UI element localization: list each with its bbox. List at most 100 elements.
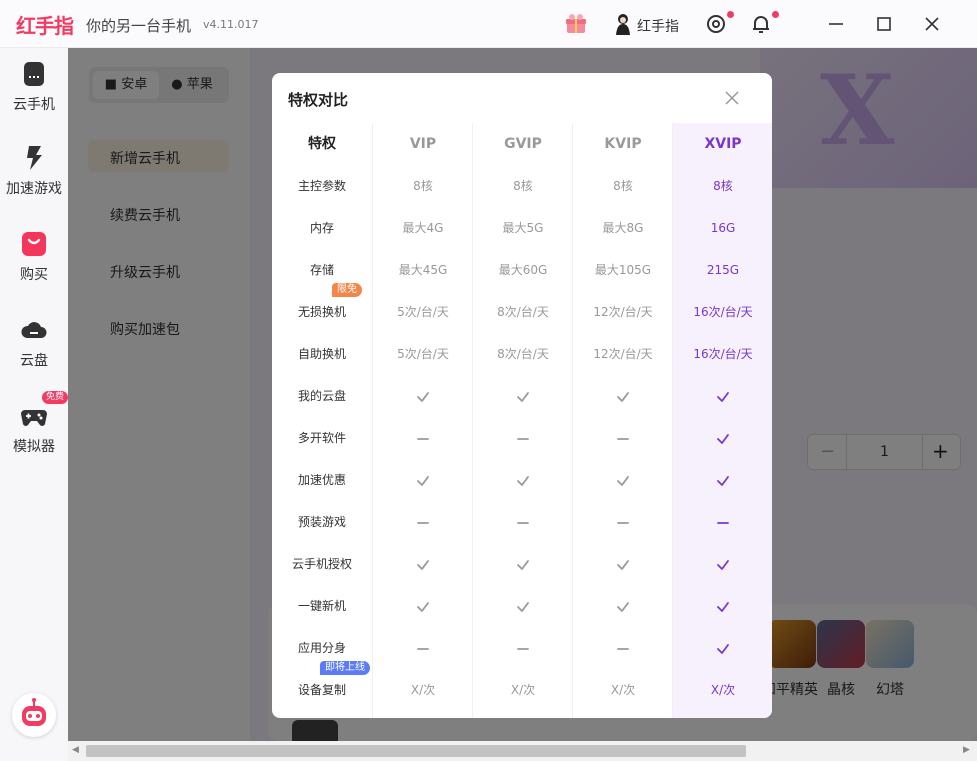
check-icon [573, 585, 673, 627]
column-header-privilege: 特权 [308, 136, 336, 152]
cell-value: 12次/台/天 [593, 347, 653, 361]
check-icon [673, 417, 772, 459]
check-icon [673, 459, 772, 501]
check-icon [373, 375, 473, 417]
row-label: 预装游戏 [297, 515, 346, 529]
cloud-icon [21, 322, 47, 338]
cell-value: 16次/台/天 [693, 347, 753, 361]
column-header-xvip: XVIP [704, 136, 742, 152]
column-privilege: 特权 主控参数 内存 存储 限免 无损换机 自助换机 我的云盘 多开软件 加速优惠 预装游戏 云手机授… [272, 123, 372, 718]
column-kvip: KVIP 8核最大8G 最大105G 12次/台/天 12次/台/天 X/次 [572, 123, 672, 718]
scrollbar-thumb[interactable] [86, 745, 746, 757]
cell-value: 最大60G [498, 263, 548, 277]
assistant-avatar[interactable] [12, 693, 56, 737]
cell-value: 最大5G [502, 221, 544, 235]
cell-value: X/次 [710, 683, 736, 697]
dash-icon [673, 501, 772, 543]
check-icon [373, 585, 473, 627]
lightning-icon [27, 146, 42, 170]
row-label: 主控参数 [297, 179, 346, 193]
cell-value: 8核 [713, 179, 733, 193]
column-xvip: XVIP 8核 16G 215G 16次/台/天 16次/台/天 X/次 [672, 123, 772, 718]
column-header-gvip: GVIP [504, 136, 542, 152]
shopping-bag-icon [22, 232, 46, 256]
column-vip: VIP 8核 最大4G 最大45G 5次/台/天 5次/台/天 X/次 [372, 123, 472, 718]
sidebar-item-game-boost[interactable]: 加速游戏 [0, 144, 68, 198]
column-header-kvip: KVIP [604, 136, 642, 152]
scroll-left-icon[interactable]: ◀ [72, 745, 79, 755]
check-icon [573, 375, 673, 417]
sidebar-item-buy[interactable]: 购买 [0, 230, 68, 284]
dash-icon [373, 501, 473, 543]
title-bar: 红手指 你的另一台手机 v4.11.017 红手指 [0, 0, 977, 48]
robot-icon [22, 698, 46, 726]
close-icon[interactable] [721, 87, 743, 109]
sidebar-item-cloud-disk[interactable]: 云盘 [0, 316, 68, 370]
dash-icon [373, 627, 473, 669]
username[interactable]: 红手指 [637, 16, 679, 36]
column-header-vip: VIP [409, 136, 437, 152]
gamepad-icon [21, 410, 47, 426]
app-version: v4.11.017 [203, 18, 259, 31]
check-icon [673, 543, 772, 585]
sidebar-item-cloud-phone[interactable]: 云手机 [0, 60, 68, 114]
row-label: 多开软件 [297, 431, 346, 445]
free-badge: 免费 [42, 391, 69, 404]
dash-icon [473, 627, 573, 669]
dash-icon [473, 417, 573, 459]
cell-value: X/次 [610, 683, 636, 697]
dash-icon [573, 501, 673, 543]
check-icon [473, 543, 573, 585]
cell-value: 最大45G [398, 263, 448, 277]
cell-value: 16次/台/天 [693, 305, 753, 319]
row-label: 自助换机 [297, 347, 346, 361]
cell-value: 5次/台/天 [397, 347, 449, 361]
cell-value: 16G [710, 221, 736, 235]
privilege-table: 特权 主控参数 内存 存储 限免 无损换机 自助换机 我的云盘 多开软件 加速优惠 预装游戏 云手机授… [272, 123, 772, 718]
cell-value: 最大105G [594, 263, 652, 277]
row-label: 内存 [309, 221, 334, 235]
settings-notification-dot [727, 11, 734, 18]
user-avatar[interactable] [614, 13, 632, 35]
check-icon [473, 459, 573, 501]
cell-value: 最大4G [402, 221, 444, 235]
check-icon [373, 543, 473, 585]
check-icon [673, 585, 772, 627]
row-label: 无损换机 [297, 305, 346, 319]
close-window-icon[interactable] [921, 13, 943, 35]
dash-icon [573, 627, 673, 669]
maximize-icon[interactable] [873, 13, 895, 35]
dialog-title: 特权对比 [288, 91, 349, 109]
cell-value: 8核 [613, 179, 633, 193]
minimize-icon[interactable] [825, 13, 847, 35]
check-icon [673, 627, 772, 669]
row-label: 设备复制 [297, 683, 346, 697]
row-label: 我的云盘 [297, 389, 346, 403]
bell-notification-dot [772, 11, 779, 18]
cell-value: 215G [706, 263, 740, 277]
cell-value: 8核 [413, 179, 433, 193]
dash-icon [573, 417, 673, 459]
settings-icon[interactable] [705, 13, 727, 35]
check-icon [473, 585, 573, 627]
row-label: 云手机授权 [291, 557, 352, 571]
app-logo: 红手指 [16, 14, 74, 38]
cell-value: 最大8G [602, 221, 644, 235]
gift-icon[interactable] [564, 13, 588, 35]
scroll-right-icon[interactable]: ▶ [963, 745, 970, 755]
cell-value: 8次/台/天 [497, 347, 549, 361]
phone-icon [24, 62, 44, 86]
cell-value: 8次/台/天 [497, 305, 549, 319]
check-icon [573, 543, 673, 585]
check-icon [473, 375, 573, 417]
cell-value: 8核 [513, 179, 533, 193]
cell-value: 12次/台/天 [593, 305, 653, 319]
privilege-compare-dialog: 特权对比 特权 主控参数 内存 存储 限免 无损换机 自助换机 我的云盘 多开软件 加速优惠 预装游… [272, 73, 772, 718]
sidebar: 云手机 加速游戏 购买 云盘 模拟器 [0, 48, 68, 761]
row-label: 加速优惠 [297, 473, 346, 487]
sidebar-item-emulator[interactable]: 模拟器 [0, 402, 68, 456]
cell-value: X/次 [510, 683, 536, 697]
check-icon [373, 459, 473, 501]
bell-icon[interactable] [750, 13, 772, 35]
column-gvip: GVIP 8核最大5G 最大60G 8次/台/天 8次/台/天 X/次 [472, 123, 572, 718]
